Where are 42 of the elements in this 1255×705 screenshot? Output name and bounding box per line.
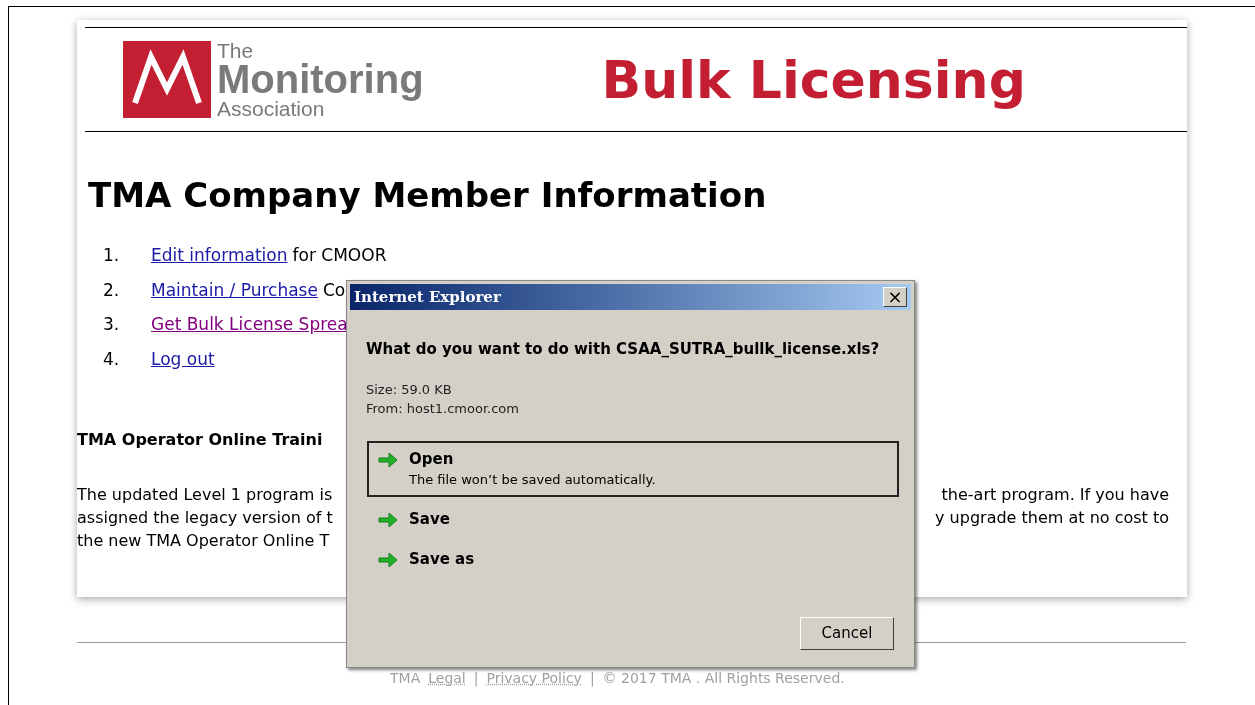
logo-text: Association xyxy=(217,98,325,119)
menu-link[interactable]: Maintain / Purchase xyxy=(151,277,318,303)
download-option[interactable]: Save xyxy=(367,500,899,537)
download-option[interactable]: Save as xyxy=(367,541,899,578)
menu-text: Co xyxy=(323,278,346,302)
menu-link[interactable]: Get Bulk License Sprea xyxy=(151,312,348,338)
list-number: 2. xyxy=(103,278,121,302)
footer-text: TMA xyxy=(390,669,421,688)
menu-link[interactable]: Edit information xyxy=(151,243,288,269)
dialog-title: Internet Explorer xyxy=(354,286,501,308)
paragraph-text: the new TMA Operator Online T xyxy=(77,530,330,552)
page-heading: TMA Company Member Information xyxy=(88,174,768,217)
list-number: 1. xyxy=(103,244,121,267)
option-label: Save as xyxy=(409,549,475,570)
footer-text: © 2017 TMA . All Rights Reserved. xyxy=(602,669,845,688)
paragraph-text: the-art program. If you have xyxy=(941,484,1169,506)
option-label: Save xyxy=(409,508,450,530)
logo-icon xyxy=(123,41,211,118)
logo-text: The xyxy=(217,40,255,61)
menu-link[interactable]: Log out xyxy=(151,346,215,372)
close-button[interactable]: × xyxy=(883,287,907,307)
paragraph-text: assigned the legacy version of t xyxy=(77,507,333,529)
file-size: Size: 59.0 KB xyxy=(366,380,453,399)
option-description: The file won’t be saved automatically. xyxy=(409,471,656,489)
banner-title: Bulk Licensing xyxy=(601,48,1026,112)
arrow-icon xyxy=(377,449,399,470)
footer-text: | xyxy=(589,669,595,689)
arrow-icon xyxy=(377,550,399,570)
download-option[interactable]: Open The file won’t be saved automatically. xyxy=(367,440,899,497)
footer-text: | xyxy=(473,669,479,689)
arrow-icon xyxy=(377,509,399,530)
dialog-question: What do you want to do with CSAA_SUTRA_bullk_license.xls? xyxy=(366,339,881,360)
cancel-button[interactable]: Cancel xyxy=(800,617,894,650)
file-source: From: host1.cmoor.com xyxy=(366,400,520,418)
option-label: Open xyxy=(409,448,455,470)
list-number: 4. xyxy=(103,347,121,371)
section-heading: TMA Operator Online Traini xyxy=(77,429,323,451)
list-number: 3. xyxy=(103,313,121,336)
menu-text: for CMOOR xyxy=(292,244,387,267)
paragraph-text: The updated Level 1 program is xyxy=(77,484,333,506)
paragraph-text: y upgrade them at no cost to xyxy=(935,507,1169,529)
logo-text: Monitoring xyxy=(217,59,424,99)
